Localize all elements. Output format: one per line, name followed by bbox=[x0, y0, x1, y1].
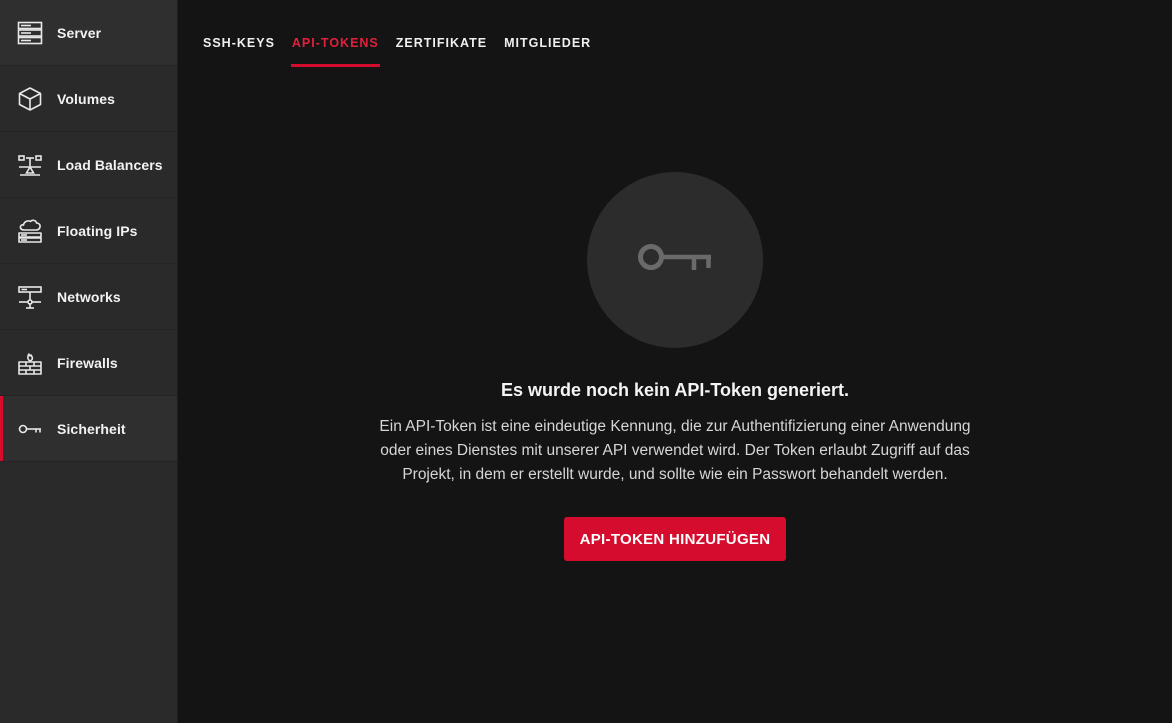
sidebar-item-label: Sicherheit bbox=[57, 420, 126, 437]
sidebar-item-floating-ips[interactable]: Floating IPs bbox=[0, 198, 177, 264]
sidebar-item-load-balancers[interactable]: Load Balancers bbox=[0, 132, 177, 198]
network-icon bbox=[17, 284, 43, 310]
app-root: Server Volumes Load Balancers Floating I… bbox=[0, 0, 1172, 723]
empty-state: Es wurde noch kein API-Token generiert. … bbox=[178, 172, 1172, 561]
server-icon bbox=[17, 20, 43, 46]
tab-ssh-keys[interactable]: SSH-KEYS bbox=[202, 36, 276, 67]
sidebar-item-label: Networks bbox=[57, 288, 121, 305]
sidebar-item-label: Volumes bbox=[57, 90, 116, 107]
tab-zertifikate[interactable]: ZERTIFIKATE bbox=[395, 36, 488, 67]
tab-mitglieder[interactable]: MITGLIEDER bbox=[503, 36, 592, 67]
main-content: SSH-KEYS API-TOKENS ZERTIFIKATE MITGLIED… bbox=[178, 0, 1172, 723]
key-icon bbox=[637, 242, 713, 279]
cube-icon bbox=[17, 86, 43, 112]
add-api-token-button[interactable]: API-TOKEN HINZUFÜGEN bbox=[563, 517, 787, 561]
sidebar-item-networks[interactable]: Networks bbox=[0, 264, 177, 330]
sidebar-item-sicherheit[interactable]: Sicherheit bbox=[0, 396, 177, 462]
sidebar-item-label: Load Balancers bbox=[57, 156, 163, 173]
empty-state-title: Es wurde noch kein API-Token generiert. bbox=[500, 380, 850, 400]
sidebar-item-label: Firewalls bbox=[57, 354, 118, 371]
sidebar-item-label: Floating IPs bbox=[57, 222, 138, 239]
sidebar-item-volumes[interactable]: Volumes bbox=[0, 66, 177, 132]
empty-state-description: Ein API-Token ist eine eindeutige Kennun… bbox=[379, 418, 971, 483]
sidebar-item-server[interactable]: Server bbox=[0, 0, 177, 66]
key-icon bbox=[17, 416, 43, 442]
sidebar: Server Volumes Load Balancers Floating I… bbox=[0, 0, 178, 723]
empty-state-illustration bbox=[587, 172, 763, 348]
sidebar-item-firewalls[interactable]: Firewalls bbox=[0, 330, 177, 396]
tab-bar: SSH-KEYS API-TOKENS ZERTIFIKATE MITGLIED… bbox=[202, 36, 592, 67]
tab-api-tokens[interactable]: API-TOKENS bbox=[290, 36, 380, 67]
sidebar-item-label: Server bbox=[57, 24, 102, 41]
load-balancer-icon bbox=[17, 152, 43, 178]
cloud-server-icon bbox=[17, 218, 43, 244]
firewall-icon bbox=[17, 350, 43, 376]
